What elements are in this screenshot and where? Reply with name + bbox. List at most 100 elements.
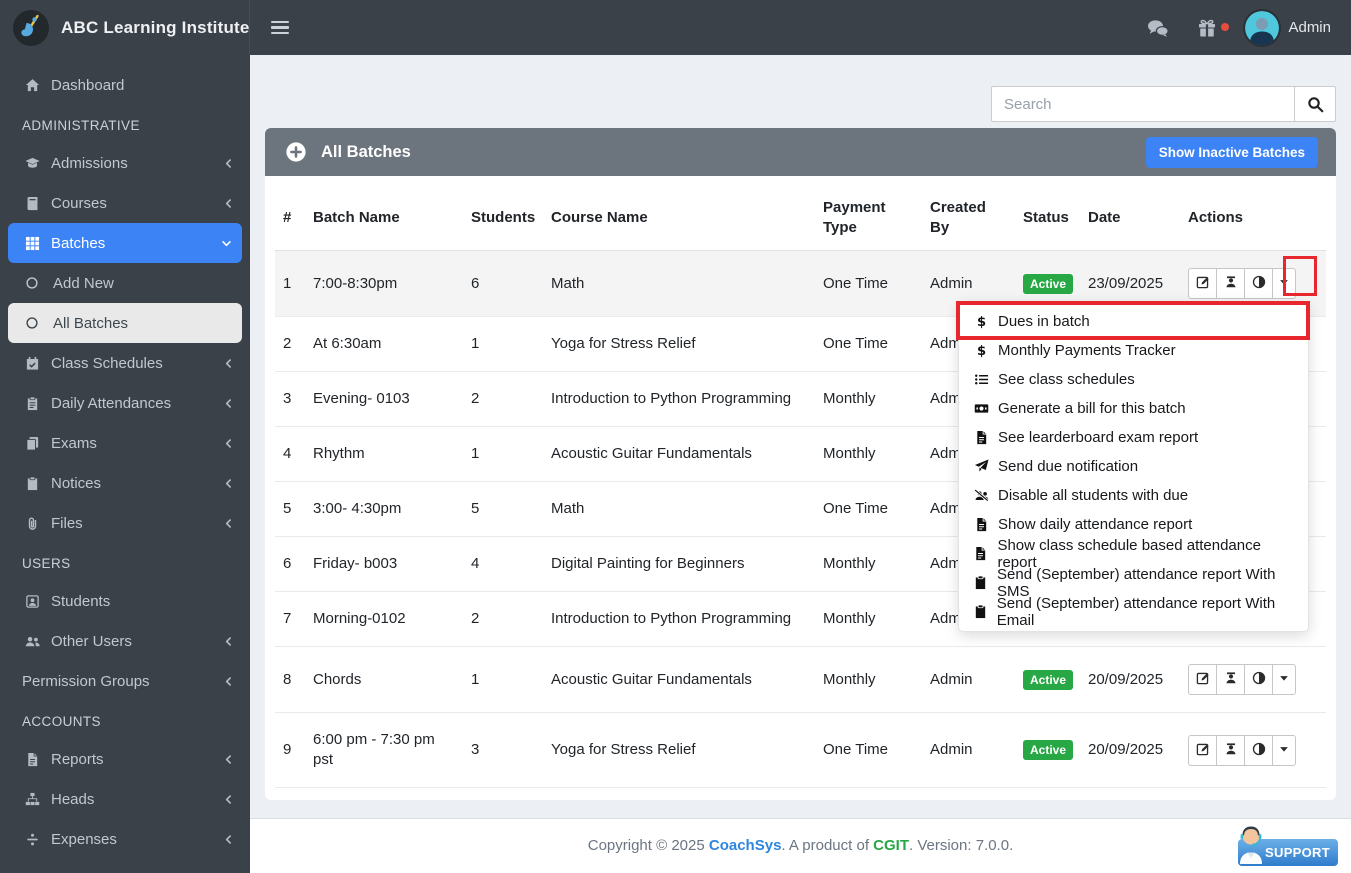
more-actions-button[interactable] [1272,664,1296,695]
cell-students: 1 [463,316,543,372]
sidebar-toggle-button[interactable] [267,12,293,44]
cell-batch-name: At 6:30am [305,316,463,372]
product-text: . A product of [781,837,874,854]
row-number: 5 [275,481,305,537]
search-row [250,55,1351,122]
dropdown-item-show-daily-attendance-report[interactable]: Show daily attendance report [959,510,1308,539]
user-bust-icon [1224,671,1238,688]
chevron-left-icon [223,834,234,845]
sidebar-item-permission-groups[interactable]: Permission Groups [0,661,250,701]
sidebar-item-daily-attendances[interactable]: Daily Attendances [0,383,250,423]
book-icon [22,196,42,211]
search-button[interactable] [1294,86,1336,122]
row-1-toggle-status-button[interactable] [1244,268,1273,299]
dropdown-item-show-class-schedule-based-attendance-report[interactable]: Show class schedule based attendance rep… [959,537,1308,571]
more-actions-button[interactable] [1272,734,1296,766]
dropdown-item-label: Monthly Payments Tracker [998,342,1176,359]
cell-payment-type: Monthly [815,426,922,482]
cell-students: 2 [463,591,543,647]
user-menu[interactable]: Admin [1245,10,1331,45]
toggle-status-button[interactable] [1244,664,1273,695]
sidebar-item-heads[interactable]: Heads [0,779,250,819]
sidebar-item-label: Notices [51,474,102,492]
sidebar-item-batches[interactable]: Batches [8,223,242,263]
toggle-status-button[interactable] [1244,734,1273,766]
dollar-icon: $ [972,314,990,329]
brand-title: ABC Learning Institute [61,17,250,37]
dropdown-item-disable-all-students-with-due[interactable]: Disable all students with due [959,481,1308,510]
cell-course-name: Introduction to Python Programming [543,591,815,647]
gift-icon[interactable] [1196,18,1230,38]
sidebar-item-class-schedules[interactable]: Class Schedules [0,343,250,383]
app-logo-icon [13,9,49,46]
brand-link[interactable]: ABC Learning Institute [0,0,250,55]
sidebar-item-reports[interactable]: Reports [0,739,250,779]
dropdown-item-dues-in-batch[interactable]: $ Dues in batch [959,307,1308,336]
sidebar-item-files[interactable]: Files [0,503,250,543]
add-batch-icon[interactable] [285,141,307,163]
pencil-square-icon [1196,671,1210,688]
dropdown-item-monthly-payments-tracker[interactable]: $ Monthly Payments Tracker [959,336,1308,365]
avatar [1245,10,1280,45]
sidebar-item-students[interactable]: Students [0,581,250,621]
batch-students-button[interactable] [1216,664,1245,695]
caret-down-icon [1277,671,1291,688]
sidebar-item-courses[interactable]: Courses [0,183,250,223]
row-number: 4 [275,426,305,482]
cgit-link[interactable]: CGIT [873,837,909,854]
show-inactive-batches-button[interactable]: Show Inactive Batches [1145,136,1318,168]
row-number: 9 [275,712,305,788]
support-button[interactable]: SUPPORT [1234,823,1338,869]
divide-icon [22,832,42,847]
cell-course-name: Yoga for Stress Relief [543,712,815,788]
search-input[interactable] [991,86,1294,122]
cell-status: Active [1015,712,1080,788]
coachsys-link[interactable]: CoachSys [709,837,782,854]
dropdown-item-send-due-notification[interactable]: Send due notification [959,452,1308,481]
batch-students-button[interactable] [1216,734,1245,766]
sidebar-subitem-add-new[interactable]: Add New [8,263,242,303]
status-badge: Active [1023,669,1074,690]
dropdown-item-see-class-schedules[interactable]: See class schedules [959,365,1308,394]
dropdown-item-send-september-attendance-report-with-email[interactable]: Send (September) attendance report With … [959,595,1308,629]
sidebar-item-admissions[interactable]: Admissions [0,143,250,183]
row-1-batch-students-button[interactable] [1216,268,1245,299]
money-bill-icon [972,401,990,416]
user-bust-icon [1224,742,1238,759]
sidebar-item-notices[interactable]: Notices [0,463,250,503]
sidebar-item-expenses[interactable]: Expenses [0,819,250,859]
pencil-square-icon [1196,275,1210,292]
cell-students: 6 [463,250,543,317]
circle-o-icon [25,316,43,330]
dropdown-item-send-september-attendance-report-with-sms[interactable]: Send (September) attendance report With … [959,566,1308,600]
row-1-edit-button[interactable] [1188,268,1217,299]
sidebar-item-exams[interactable]: Exams [0,423,250,463]
panel-title: All Batches [321,142,411,161]
edit-button[interactable] [1188,734,1217,766]
sidebar-subitem-all-batches[interactable]: All Batches [8,303,242,343]
chevron-left-icon [223,398,234,409]
user-bust-icon [1224,275,1238,292]
sidebar-subitem-label: All Batches [53,314,129,332]
chevron-left-icon [223,794,234,805]
sidebar-item-label: Students [51,592,111,610]
navbar-right: Admin [1147,10,1351,45]
column-header-students: Students [463,186,543,251]
adjust-icon [1252,671,1266,688]
sidebar-item-label: Batches [51,234,106,252]
cell-students: 1 [463,426,543,482]
sidebar-item-label: Heads [51,790,95,808]
chevron-left-icon [223,478,234,489]
row-1-more-actions-button[interactable] [1272,268,1296,299]
edit-button[interactable] [1188,664,1217,695]
dropdown-item-see-learderboard-exam-report[interactable]: See learderboard exam report [959,423,1308,452]
dropdown-item-generate-a-bill-for-this-batch[interactable]: Generate a bill for this batch [959,394,1308,423]
messages-icon[interactable] [1147,18,1170,38]
row-number: 8 [275,646,305,713]
home-icon [22,78,42,93]
cell-batch-name: Morning-0102 [305,591,463,647]
file-icon [972,517,990,532]
sidebar-item-dashboard[interactable]: Dashboard [0,65,250,105]
sidebar-item-other-users[interactable]: Other Users [0,621,250,661]
cell-students: 5 [463,481,543,537]
